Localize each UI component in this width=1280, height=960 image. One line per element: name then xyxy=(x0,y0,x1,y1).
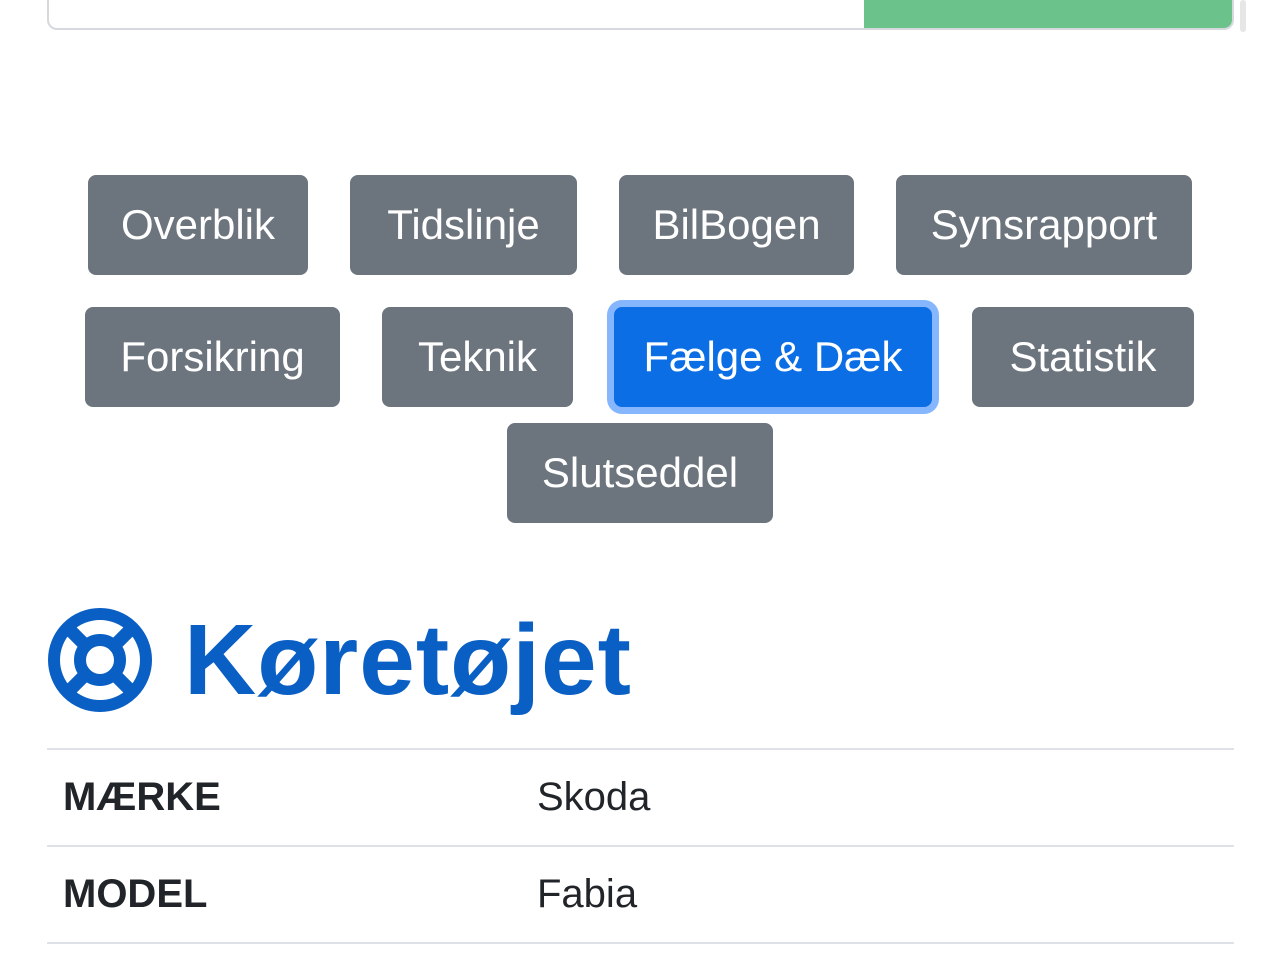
search-input[interactable] xyxy=(49,0,864,28)
nav-button-overblik[interactable]: Overblik xyxy=(88,175,308,275)
spec-value: Skoda xyxy=(537,775,651,819)
table-row: MODEL Fabia xyxy=(47,846,1234,943)
nav-button-tidslinje[interactable]: Tidslinje xyxy=(350,175,577,275)
section-heading: Køretøjet xyxy=(46,600,632,720)
search-bar xyxy=(47,0,1234,30)
nav-button-forsikring[interactable]: Forsikring xyxy=(85,307,340,407)
spec-key: MODEL xyxy=(63,872,208,916)
table-row: MÆRKE Skoda xyxy=(47,749,1234,846)
vehicle-spec-table: MÆRKE Skoda MODEL Fabia xyxy=(47,748,1234,944)
nav-button-faelge-daek[interactable]: Fælge & Dæk xyxy=(614,307,932,407)
nav-button-statistik[interactable]: Statistik xyxy=(972,307,1194,407)
nav-button-teknik[interactable]: Teknik xyxy=(382,307,573,407)
search-button[interactable] xyxy=(864,0,1232,28)
spec-key: MÆRKE xyxy=(63,775,221,819)
section-title: Køretøjet xyxy=(184,604,632,716)
lifebuoy-icon xyxy=(48,608,152,712)
nav-button-bilbogen[interactable]: BilBogen xyxy=(619,175,854,275)
nav-button-synsrapport[interactable]: Synsrapport xyxy=(896,175,1192,275)
scrollbar-thumb[interactable] xyxy=(1240,0,1246,32)
spec-value: Fabia xyxy=(537,872,638,916)
nav-button-slutseddel[interactable]: Slutseddel xyxy=(507,423,773,523)
page: Overblik Tidslinje BilBogen Synsrapport … xyxy=(0,0,1280,960)
